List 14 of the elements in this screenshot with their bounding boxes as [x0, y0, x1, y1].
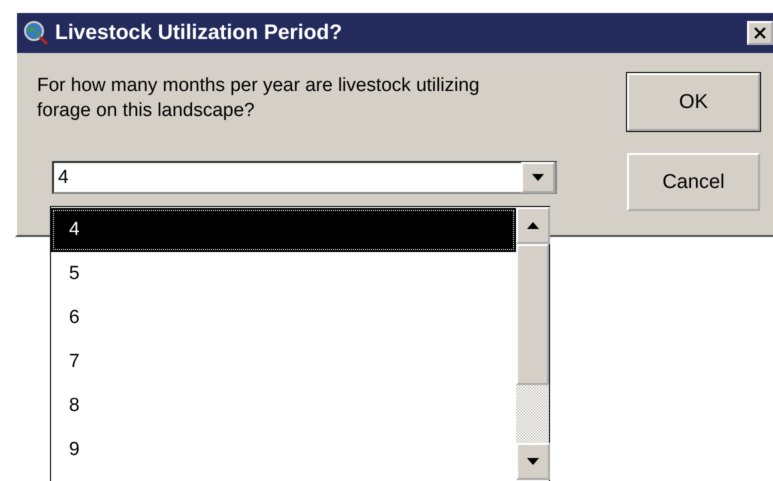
down-arrow-icon — [527, 458, 539, 465]
months-dropdown[interactable]: 4 — [52, 161, 557, 194]
close-button[interactable] — [747, 21, 773, 45]
close-icon — [754, 27, 766, 39]
cancel-button[interactable]: Cancel — [627, 153, 760, 211]
scroll-thumb[interactable] — [516, 244, 549, 385]
down-arrow-icon — [532, 174, 544, 181]
scroll-bar[interactable] — [516, 207, 549, 480]
up-arrow-icon — [527, 222, 539, 229]
prompt-text: For how many months per year are livestock utilizing forage on this landscape? — [37, 74, 480, 123]
globe-magnifier-icon — [23, 20, 49, 46]
list-option[interactable]: 4 — [51, 208, 516, 252]
window-title: Livestock Utilization Period? — [55, 21, 344, 45]
ok-button[interactable]: OK — [627, 73, 760, 131]
